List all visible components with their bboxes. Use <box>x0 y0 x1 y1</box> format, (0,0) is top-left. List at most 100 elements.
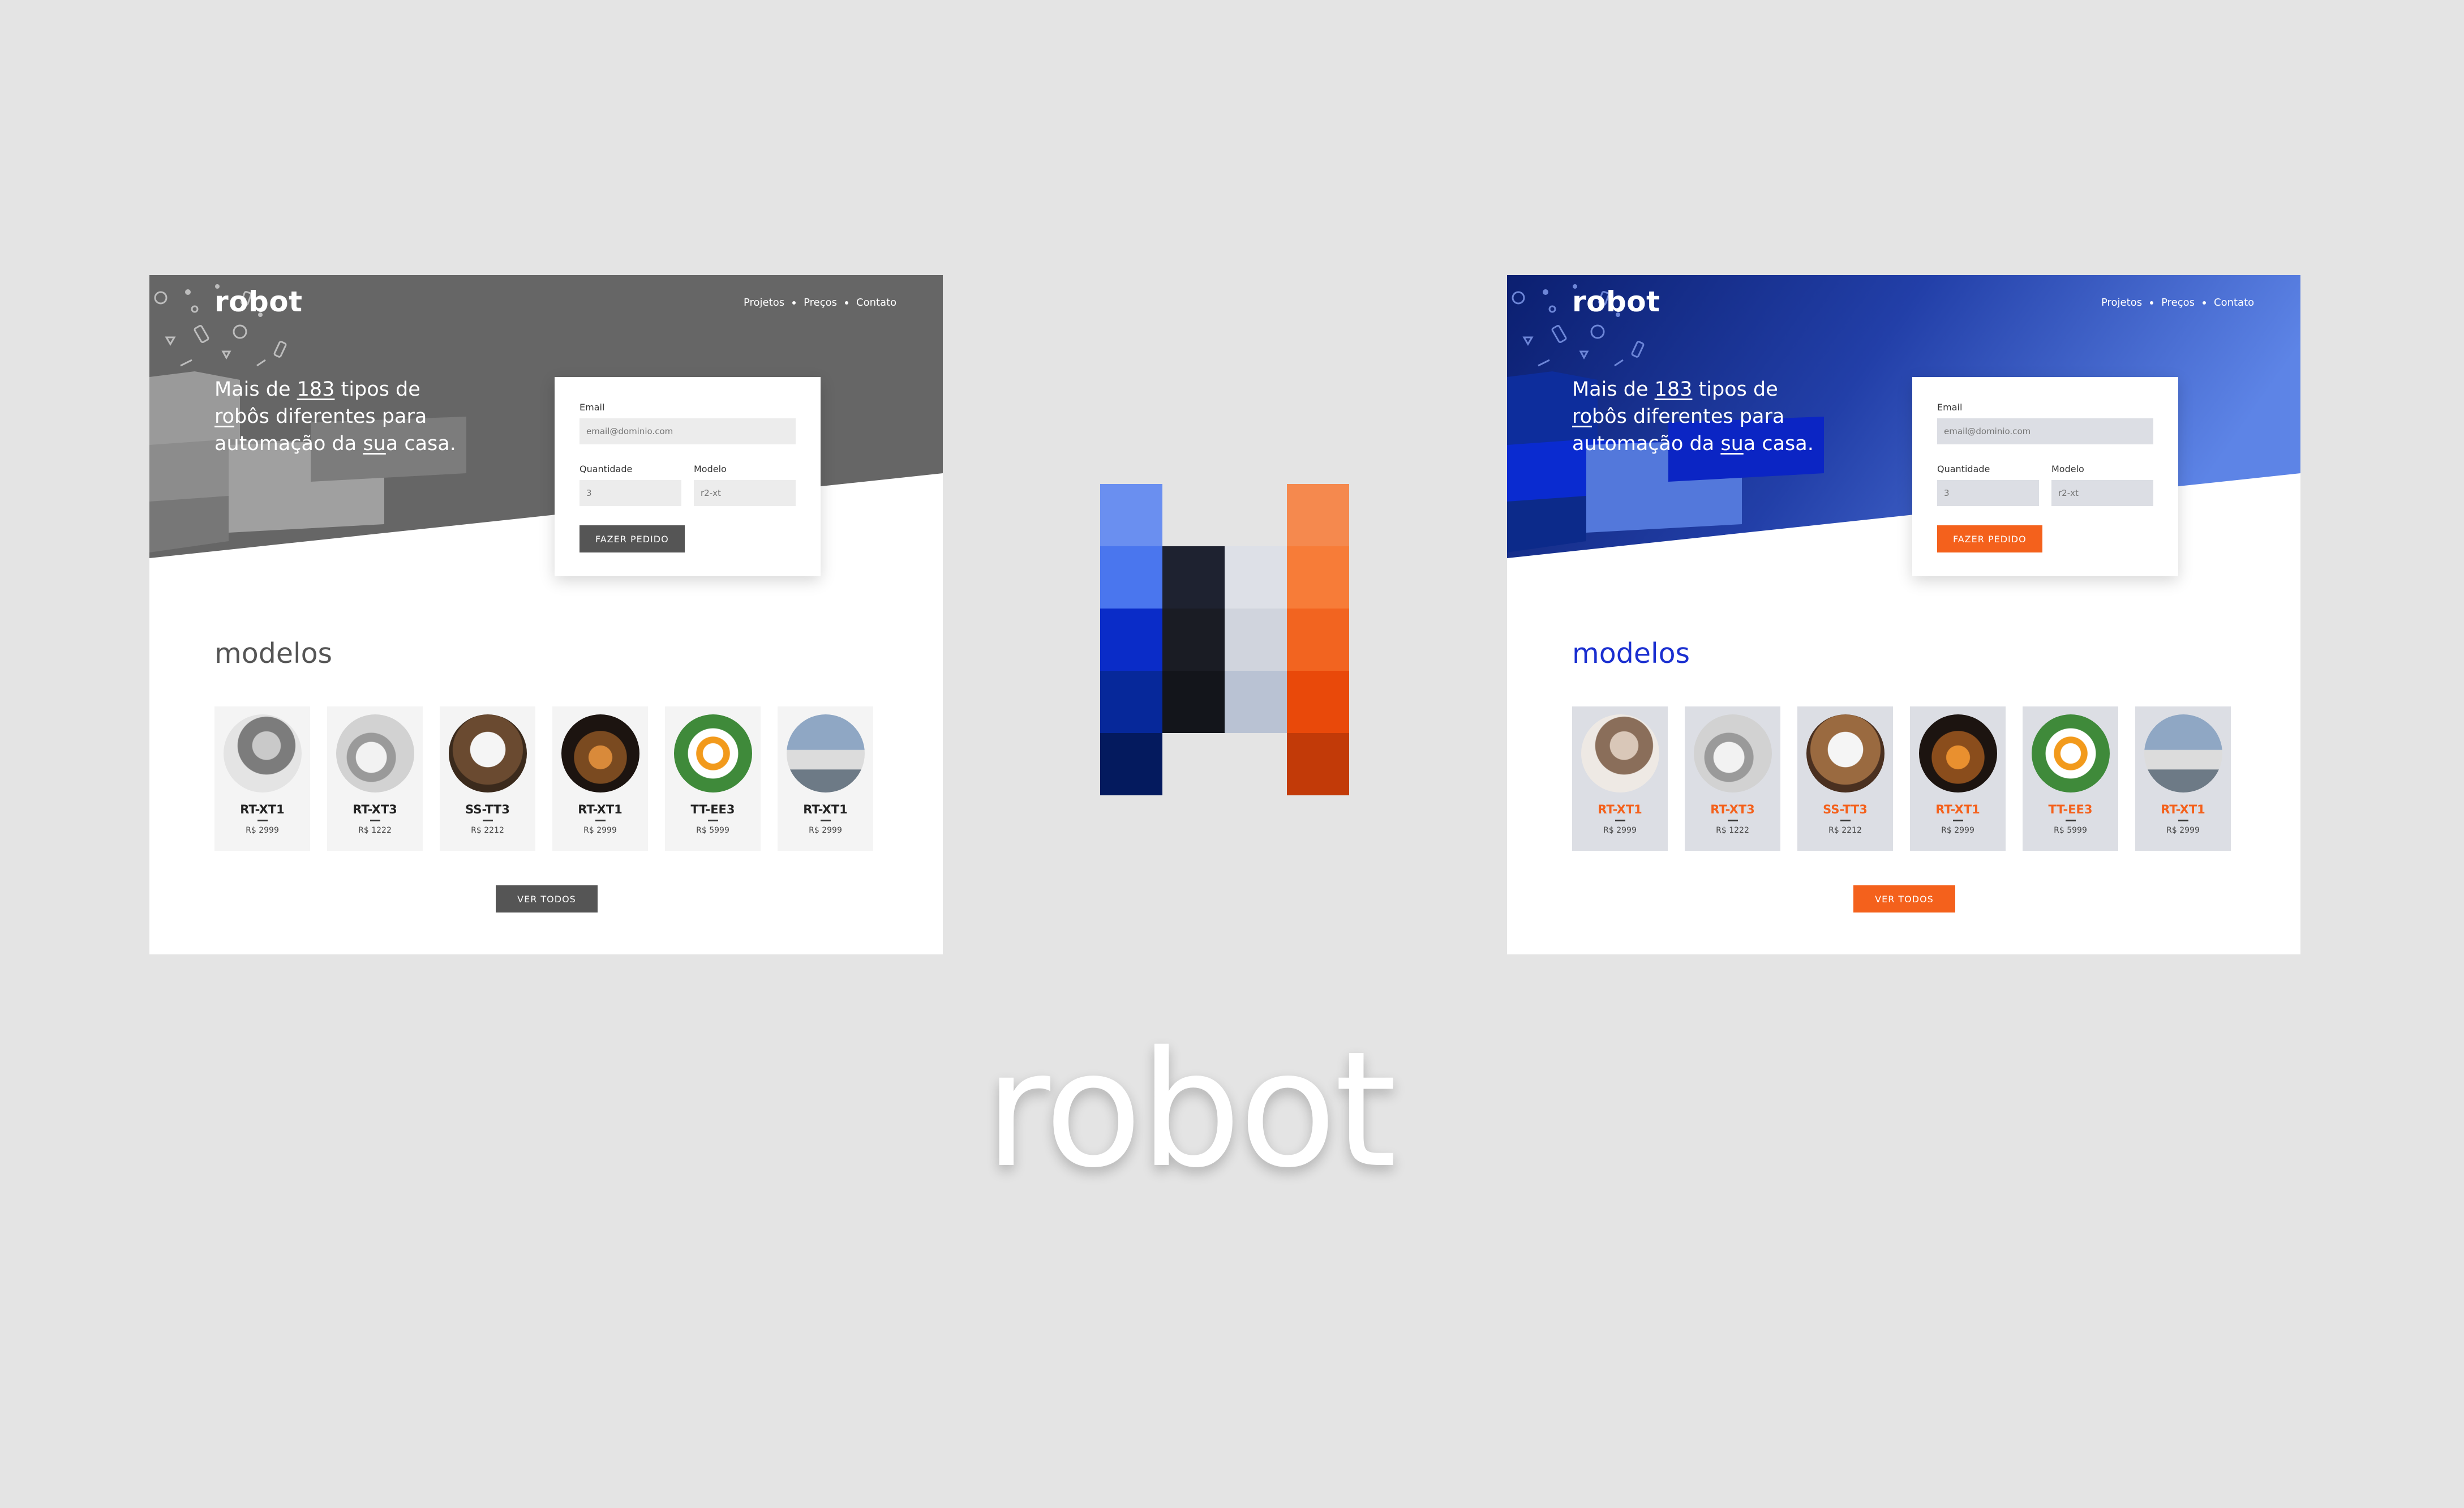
nav-link-precos[interactable]: Preços <box>2161 297 2195 309</box>
palette-swatch-orange <box>1287 546 1349 609</box>
model-card[interactable]: SS-TT3 R$ 2212 <box>440 706 535 851</box>
divider <box>2065 820 2076 821</box>
quantity-field[interactable] <box>579 480 681 506</box>
headline-text: automação da <box>214 432 363 455</box>
see-all-button[interactable]: VER TODOS <box>1853 885 1955 912</box>
palette-swatch-blue <box>1100 671 1162 733</box>
brand-logo[interactable]: robot <box>214 285 303 318</box>
model-card[interactable]: TT-EE3 R$ 5999 <box>665 706 761 851</box>
brand-logo[interactable]: robot <box>1572 285 1660 318</box>
quantity-label: Quantidade <box>579 464 633 474</box>
submit-order-button[interactable]: FAZER PEDIDO <box>579 525 685 552</box>
email-field[interactable] <box>1937 418 2153 444</box>
headline-text: a casa. <box>1743 432 1814 455</box>
model-name: SS-TT3 <box>465 803 510 816</box>
email-field[interactable] <box>579 418 796 444</box>
model-card[interactable]: RT-XT1 R$ 2999 <box>778 706 873 851</box>
quantity-field[interactable] <box>1937 480 2039 506</box>
model-price: R$ 2999 <box>246 826 279 835</box>
model-group: Modelo <box>694 464 796 506</box>
divider <box>707 820 718 821</box>
model-price: R$ 5999 <box>696 826 729 835</box>
model-field[interactable] <box>2051 480 2153 506</box>
form-row: Quantidade Modelo <box>1937 464 2153 506</box>
order-form: Email Quantidade Modelo FAZER PEDIDO <box>1912 377 2178 576</box>
model-price: R$ 2999 <box>2166 826 2200 835</box>
model-price: R$ 2999 <box>583 826 617 835</box>
model-price: R$ 5999 <box>2054 826 2087 835</box>
palette-swatch-light <box>1225 546 1287 609</box>
see-all-button[interactable]: VER TODOS <box>496 885 598 912</box>
divider <box>1615 820 1625 821</box>
headline-text: a casa. <box>385 432 456 455</box>
headline-highlight: su <box>1720 432 1744 455</box>
model-name: RT-XT1 <box>240 803 285 816</box>
headline-highlight: 183 <box>1654 378 1693 401</box>
model-name: TT-EE3 <box>2048 803 2093 816</box>
models-title: modelos <box>214 637 333 670</box>
divider <box>370 820 380 821</box>
hero-headline: Mais de 183 tipos de robôs diferentes pa… <box>214 376 480 457</box>
model-name: RT-XT3 <box>353 803 397 816</box>
robot-photo <box>2144 714 2222 792</box>
models-list: RT-XT1 R$ 2999 RT-XT3 R$ 1222 SS-TT3 R$ … <box>214 706 873 851</box>
robot-photo <box>786 714 865 792</box>
palette-swatch-blue <box>1100 733 1162 795</box>
submit-order-button[interactable]: FAZER PEDIDO <box>1937 525 2042 552</box>
nav-separator <box>2203 301 2206 305</box>
model-card[interactable]: TT-EE3 R$ 5999 <box>2023 706 2118 851</box>
headline-text: bôs diferentes para <box>234 405 427 428</box>
model-price: R$ 2212 <box>1828 826 1862 835</box>
robot-photo <box>673 714 752 792</box>
model-card[interactable]: RT-XT1 R$ 2999 <box>552 706 648 851</box>
model-card[interactable]: RT-XT1 R$ 2999 <box>214 706 310 851</box>
headline-highlight: su <box>363 432 386 455</box>
divider <box>2178 820 2188 821</box>
nav-link-projetos[interactable]: Projetos <box>744 297 784 309</box>
model-name: TT-EE3 <box>690 803 735 816</box>
model-card[interactable]: RT-XT1 R$ 2999 <box>1910 706 2006 851</box>
quantity-label: Quantidade <box>1937 464 1990 474</box>
headline-highlight: ro <box>214 405 235 428</box>
model-group: Modelo <box>2051 464 2153 506</box>
palette-swatch-blue <box>1100 546 1162 609</box>
divider <box>595 820 606 821</box>
model-card[interactable]: RT-XT1 R$ 2999 <box>2135 706 2231 851</box>
nav-link-projetos[interactable]: Projetos <box>2101 297 2142 309</box>
models-list: RT-XT1 R$ 2999 RT-XT3 R$ 1222 SS-TT3 R$ … <box>1572 706 2231 851</box>
model-label: Modelo <box>694 464 727 474</box>
robot-photo <box>1693 714 1772 792</box>
model-name: RT-XT1 <box>578 803 623 816</box>
model-name: RT-XT1 <box>2161 803 2205 816</box>
palette-swatch-light <box>1225 671 1287 733</box>
headline-highlight: 183 <box>297 378 335 401</box>
model-price: R$ 2999 <box>1603 826 1637 835</box>
brand-wordmark: robot <box>985 1017 1397 1203</box>
top-nav: Projetos Preços Contato <box>2101 297 2254 309</box>
divider <box>257 820 268 821</box>
model-field[interactable] <box>694 480 796 506</box>
model-card[interactable]: RT-XT3 R$ 1222 <box>1685 706 1780 851</box>
nav-link-precos[interactable]: Preços <box>804 297 837 309</box>
model-label: Modelo <box>2051 464 2084 474</box>
quantity-group: Quantidade <box>579 464 681 506</box>
palette-swatch-orange <box>1287 484 1349 546</box>
nav-separator <box>845 301 848 305</box>
form-row: Quantidade Modelo <box>579 464 796 506</box>
divider <box>820 820 831 821</box>
nav-link-contato[interactable]: Contato <box>856 297 896 309</box>
headline-text: tipos de <box>1692 378 1778 401</box>
nav-link-contato[interactable]: Contato <box>2214 297 2254 309</box>
model-price: R$ 2999 <box>1941 826 1974 835</box>
color-palette <box>1100 484 1349 795</box>
palette-swatch-light <box>1225 609 1287 671</box>
hero-section: robot Projetos Preços Contato Mais de 18… <box>149 275 943 558</box>
model-card[interactable]: SS-TT3 R$ 2212 <box>1797 706 1893 851</box>
divider <box>482 820 493 821</box>
headline-text: automação da <box>1572 432 1721 455</box>
palette-swatch-blue <box>1100 484 1162 546</box>
model-card[interactable]: RT-XT1 R$ 2999 <box>1572 706 1668 851</box>
model-card[interactable]: RT-XT3 R$ 1222 <box>327 706 423 851</box>
palette-swatch-orange <box>1287 733 1349 795</box>
hero-section: robot Projetos Preços Contato Mais de 18… <box>1507 275 2300 558</box>
